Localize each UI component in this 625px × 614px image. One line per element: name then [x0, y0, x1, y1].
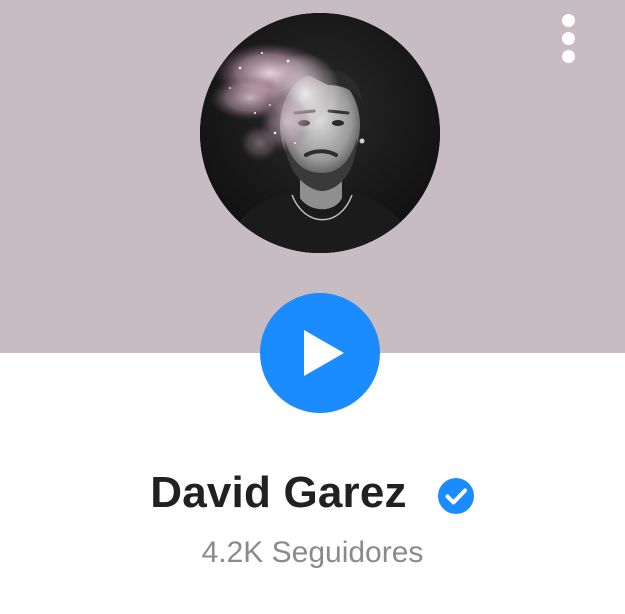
followers-count: 4.2K Seguidores: [201, 536, 424, 569]
more-vertical-icon-dot: [561, 49, 575, 63]
artist-name: David Garez: [150, 468, 407, 517]
verified-badge-icon: [437, 478, 474, 514]
play-button[interactable]: [260, 293, 380, 413]
more-options-button[interactable]: [550, 8, 586, 68]
more-vertical-icon-dot: [561, 31, 575, 45]
play-icon: [304, 330, 344, 376]
artist-name-row: David Garez: [0, 463, 625, 523]
more-vertical-icon-dot: [561, 13, 575, 27]
avatar-photo: [200, 13, 440, 253]
artist-avatar: [200, 13, 440, 253]
